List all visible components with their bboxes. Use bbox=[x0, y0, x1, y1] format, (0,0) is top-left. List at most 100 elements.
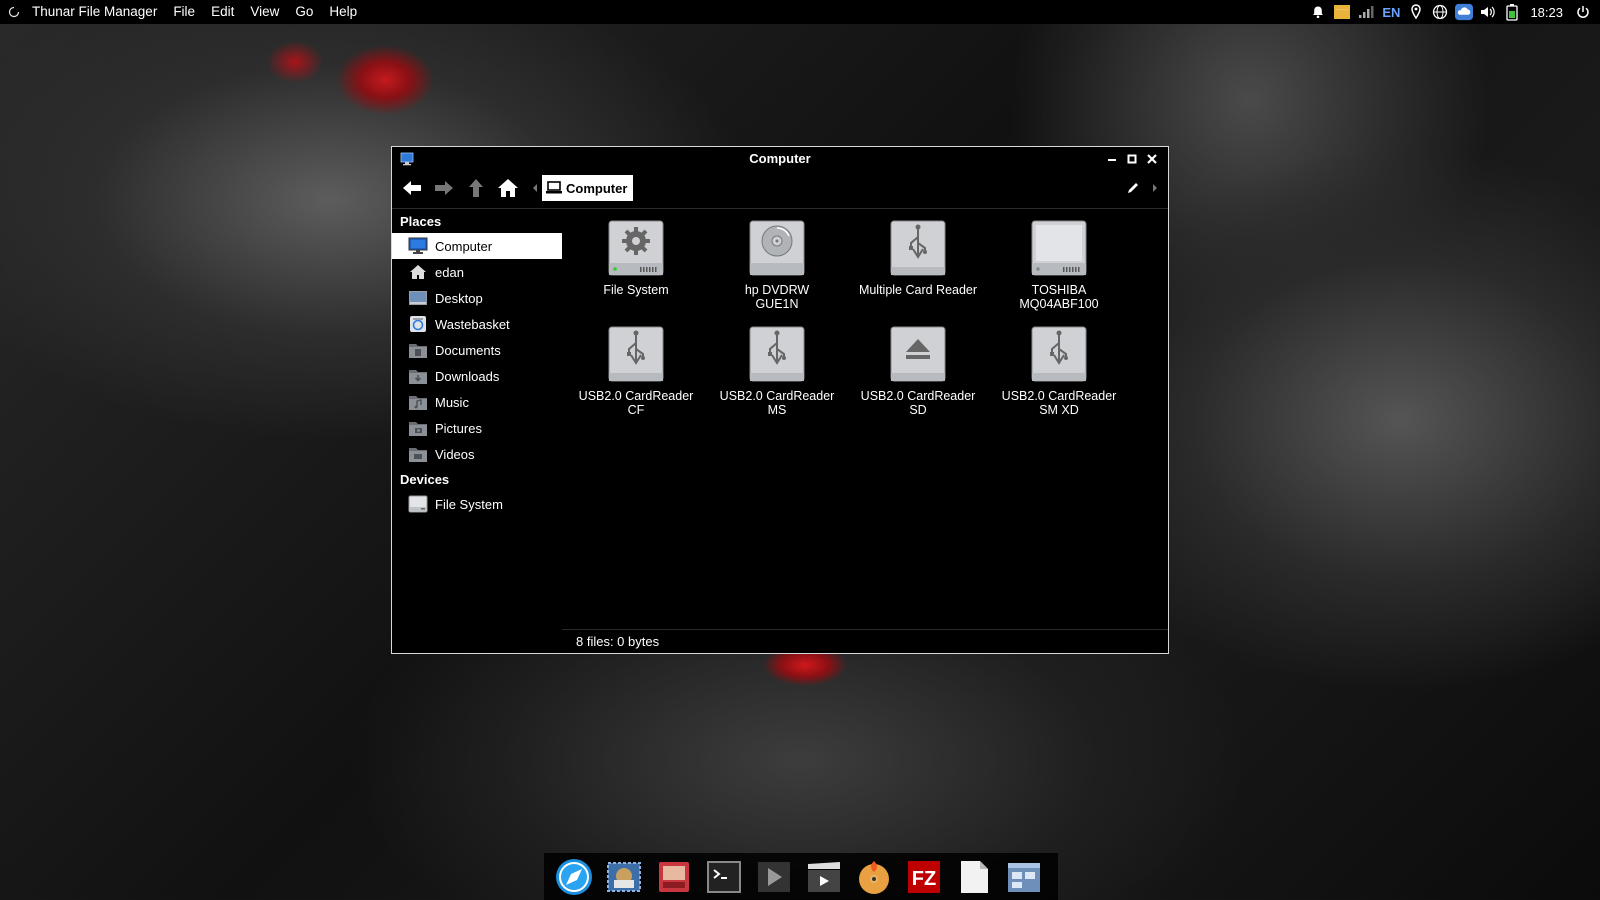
notes-icon[interactable] bbox=[1333, 3, 1351, 21]
pictures-folder-icon bbox=[408, 418, 428, 438]
bell-icon[interactable] bbox=[1309, 3, 1327, 21]
downloads-folder-icon bbox=[408, 366, 428, 386]
item-label: TOSHIBA MQ04ABF100 bbox=[1019, 283, 1099, 311]
sidebar-item-computer[interactable]: Computer bbox=[392, 233, 562, 259]
sidebar-item-filesystem[interactable]: File System bbox=[392, 491, 562, 517]
item-label: hp DVDRW GUE1N bbox=[744, 283, 810, 311]
volume-icon[interactable] bbox=[1479, 3, 1497, 21]
sidebar-item-label: Downloads bbox=[435, 368, 500, 384]
sidebar-item-label: Documents bbox=[435, 342, 501, 358]
device-cardreader-ms[interactable]: USB2.0 CardReader MS bbox=[707, 325, 847, 417]
toolbar: Computer bbox=[392, 173, 1168, 203]
usb-drive-icon bbox=[606, 325, 666, 385]
sidebar-item-wastebasket[interactable]: Wastebasket bbox=[392, 311, 562, 337]
path-scroll-right-icon[interactable] bbox=[1148, 179, 1162, 197]
sidebar-item-desktop[interactable]: Desktop bbox=[392, 285, 562, 311]
battery-icon[interactable] bbox=[1503, 3, 1521, 21]
menu-go[interactable]: Go bbox=[287, 0, 321, 24]
keyboard-layout-indicator[interactable]: EN bbox=[1382, 5, 1400, 20]
file-manager-icon[interactable] bbox=[1004, 857, 1044, 897]
file-manager-window: Computer Computer Places Computer edan D… bbox=[391, 146, 1169, 654]
device-cardreader-cf[interactable]: USB2.0 CardReader CF bbox=[566, 325, 706, 417]
app-name-menu[interactable]: Thunar File Manager bbox=[28, 0, 165, 24]
back-button[interactable] bbox=[398, 174, 426, 202]
device-multiple-card-reader[interactable]: Multiple Card Reader bbox=[848, 219, 988, 297]
text-editor-icon[interactable] bbox=[954, 857, 994, 897]
location-icon[interactable] bbox=[1407, 3, 1425, 21]
hard-disk-icon bbox=[1029, 219, 1089, 279]
device-toshiba-disk[interactable]: TOSHIBA MQ04ABF100 bbox=[989, 219, 1129, 311]
mail-icon[interactable] bbox=[604, 857, 644, 897]
usb-drive-icon bbox=[888, 219, 948, 279]
window-titlebar[interactable]: Computer bbox=[392, 147, 1168, 171]
terminal-icon[interactable] bbox=[704, 857, 744, 897]
browser-icon[interactable] bbox=[554, 857, 594, 897]
sidebar: Places Computer edan Desktop Wastebasket bbox=[392, 209, 562, 653]
item-label: USB2.0 CardReader CF bbox=[578, 389, 694, 417]
item-label: USB2.0 CardReader SM XD bbox=[1001, 389, 1117, 417]
device-cardreader-sd[interactable]: USB2.0 CardReader SD bbox=[848, 325, 988, 417]
minimize-button[interactable] bbox=[1102, 150, 1122, 168]
signal-icon[interactable] bbox=[1357, 3, 1375, 21]
top-panel: Thunar File Manager File Edit View Go He… bbox=[0, 0, 1600, 24]
image-viewer-icon[interactable] bbox=[654, 857, 694, 900]
optical-drive-icon bbox=[747, 219, 807, 279]
power-icon[interactable] bbox=[1574, 3, 1592, 21]
path-button-computer[interactable]: Computer bbox=[542, 175, 634, 201]
computer-icon bbox=[546, 181, 562, 195]
forward-button[interactable] bbox=[430, 174, 458, 202]
home-icon bbox=[408, 262, 428, 282]
sidebar-item-music[interactable]: Music bbox=[392, 389, 562, 415]
menu-view[interactable]: View bbox=[242, 0, 287, 24]
home-button[interactable] bbox=[494, 174, 522, 202]
maximize-button[interactable] bbox=[1122, 150, 1142, 168]
path-scroll-left-icon[interactable] bbox=[528, 174, 542, 202]
item-label: USB2.0 CardReader MS bbox=[719, 389, 835, 417]
app-logo-icon[interactable] bbox=[6, 4, 22, 20]
device-file-system[interactable]: File System bbox=[566, 219, 706, 297]
sidebar-item-videos[interactable]: Videos bbox=[392, 441, 562, 467]
filesystem-gear-icon bbox=[606, 219, 666, 279]
sidebar-item-edan[interactable]: edan bbox=[392, 259, 562, 285]
documents-folder-icon bbox=[408, 340, 428, 360]
menu-help[interactable]: Help bbox=[321, 0, 365, 24]
cloud-sync-icon[interactable] bbox=[1455, 3, 1474, 21]
device-cardreader-smxd[interactable]: USB2.0 CardReader SM XD bbox=[989, 325, 1129, 417]
dock: FZ bbox=[544, 853, 1058, 900]
filezilla-icon[interactable]: FZ bbox=[904, 857, 944, 897]
drive-icon bbox=[408, 494, 428, 514]
sidebar-item-label: Computer bbox=[435, 238, 493, 254]
sidebar-item-downloads[interactable]: Downloads bbox=[392, 363, 562, 389]
item-label: Multiple Card Reader bbox=[858, 283, 978, 297]
sidebar-item-label: Music bbox=[435, 394, 469, 410]
system-tray: EN 18:23 bbox=[1306, 0, 1600, 24]
status-bar: 8 files: 0 bytes bbox=[562, 629, 1168, 653]
sidebar-item-label: Pictures bbox=[435, 420, 482, 436]
path-button-label: Computer bbox=[566, 180, 628, 196]
eject-drive-icon bbox=[888, 325, 948, 385]
menu-edit[interactable]: Edit bbox=[203, 0, 242, 24]
usb-drive-icon bbox=[1029, 325, 1089, 385]
icon-view: File System hp DVDRW GUE1N Multiple Card… bbox=[562, 209, 1168, 629]
window-title: Computer bbox=[749, 151, 811, 166]
disc-burner-icon[interactable] bbox=[854, 857, 894, 897]
sidebar-item-pictures[interactable]: Pictures bbox=[392, 415, 562, 441]
device-dvd-drive[interactable]: hp DVDRW GUE1N bbox=[707, 219, 847, 311]
sidebar-item-label: Wastebasket bbox=[435, 316, 510, 332]
sidebar-item-documents[interactable]: Documents bbox=[392, 337, 562, 363]
edit-location-pencil-icon[interactable] bbox=[1124, 179, 1142, 197]
desktop-icon bbox=[408, 288, 428, 308]
item-label: File System bbox=[603, 283, 669, 297]
places-header: Places bbox=[400, 214, 442, 229]
sidebar-item-label: edan bbox=[435, 264, 464, 280]
video-editor-icon[interactable] bbox=[804, 857, 844, 897]
sidebar-item-label: Videos bbox=[435, 446, 475, 462]
network-globe-icon[interactable] bbox=[1431, 3, 1449, 21]
menu-file[interactable]: File bbox=[165, 0, 203, 24]
clock[interactable]: 18:23 bbox=[1530, 5, 1563, 20]
item-label: USB2.0 CardReader SD bbox=[860, 389, 976, 417]
music-folder-icon bbox=[408, 392, 428, 412]
close-button[interactable] bbox=[1142, 150, 1162, 168]
up-button[interactable] bbox=[462, 174, 490, 202]
media-player-icon[interactable] bbox=[754, 857, 794, 897]
